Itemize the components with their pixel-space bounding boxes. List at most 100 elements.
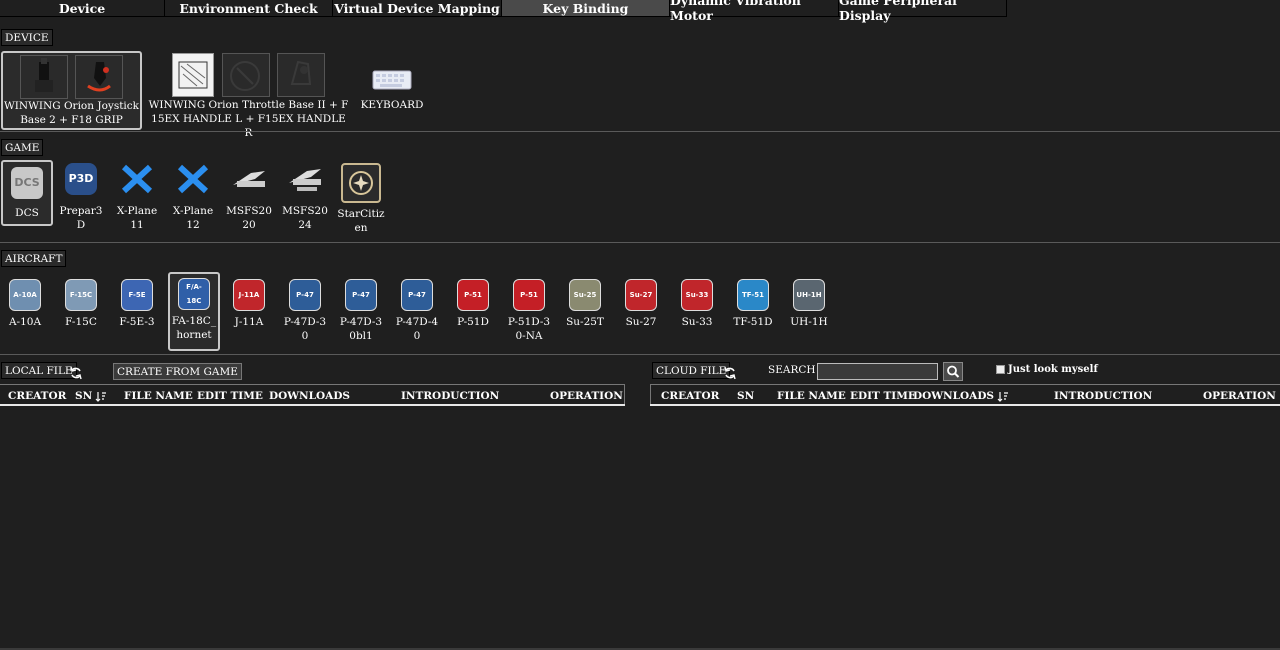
joystick-base-icon [19,55,68,99]
aircraft-badge-icon: UH-1H [793,279,825,311]
game-item-prepar3d[interactable]: P3D Prepar3D [57,163,105,231]
game-section-label: GAME [1,139,44,156]
aircraft-item[interactable]: P-47 P-47D-30 [281,275,329,345]
local-col-edit-time[interactable]: EDIT TIME [197,390,263,402]
sort-desc-icon[interactable] [997,391,1009,402]
f15ex-handle-left-icon [221,53,270,97]
aircraft-name: F-15C [65,316,97,328]
aircraft-badge-icon: P-47 [401,279,433,311]
aircraft-item[interactable]: TF-51 TF-51D [729,275,777,345]
local-table-top-line [0,384,625,385]
aircraft-name: UH-1H [790,316,828,328]
throttle-base-icon [172,53,215,97]
game-item-starcitizen[interactable]: StarCitizen [337,163,385,234]
local-refresh-icon[interactable] [69,366,83,380]
cloud-col-introduction[interactable]: INTRODUCTION [1054,390,1152,402]
aircraft-badge-icon: F/A-18C [178,278,210,310]
local-table-right-line [624,384,625,405]
xplane-logo-icon [121,164,153,194]
aircraft-item[interactable]: P-51 P-51D [449,275,497,345]
tab-virtual-device-mapping[interactable]: Virtual Device Mapping [333,0,502,17]
keyboard-icon [372,70,412,90]
game-name: MSFS2020 [226,205,272,231]
device-name: KEYBOARD [360,99,424,111]
local-file-label: LOCAL FILE [1,362,77,379]
tab-environment-check[interactable]: Environment Check [165,0,333,17]
game-name: X-Plane 11 [116,205,158,231]
search-input[interactable] [817,363,938,380]
game-item-xplane11[interactable]: X-Plane 11 [113,163,161,233]
cloud-col-sn[interactable]: SN [737,390,754,402]
cloud-refresh-icon[interactable] [723,366,737,380]
aircraft-name: A-10A [8,316,42,328]
game-item-xplane12[interactable]: X-Plane 12 [169,163,217,233]
aircraft-item[interactable]: P-51 P-51D-30-NA [505,275,553,345]
game-name: X-Plane 12 [172,205,214,231]
search-button[interactable] [943,362,963,381]
device-name: WINWING Orion Throttle Base II + F15EX H… [148,99,349,139]
aircraft-item[interactable]: F-15C F-15C [57,275,105,345]
search-icon [947,365,960,378]
aircraft-item[interactable]: P-47 P-47D-30bl1 [337,275,385,345]
aircraft-item[interactable]: Su-25 Su-25T [561,275,609,345]
search-label: SEARCH [768,364,816,376]
cloud-col-creator[interactable]: CREATOR [661,390,719,402]
game-item-msfs2024[interactable]: MSFS2024 [281,163,329,233]
just-look-myself-checkbox[interactable] [996,365,1005,374]
cloud-col-file-name[interactable]: FILE NAME [777,390,846,402]
p3d-logo-icon: P3D [65,163,97,195]
aircraft-name: TF-51D [733,316,773,328]
tab-device[interactable]: Device [0,0,165,17]
tab-key-binding[interactable]: Key Binding [502,0,670,17]
device-item-throttle[interactable]: WINWING Orion Throttle Base II + F15EX H… [146,53,351,139]
aircraft-item[interactable]: Su-27 Su-27 [617,275,665,345]
local-col-sn[interactable]: SN [75,390,107,402]
aircraft-item[interactable]: A-10A A-10A [1,275,49,345]
game-name: StarCitizen [337,208,385,234]
xplane-logo-icon [177,164,209,194]
cloud-table-header-underline [650,404,1280,406]
section-divider [0,242,1280,243]
local-col-downloads[interactable]: DOWNLOADS [269,390,350,402]
aircraft-item[interactable]: F-5E F-5E-3 [113,275,161,345]
aircraft-name: P-51D [457,316,489,328]
game-name: MSFS2024 [282,205,328,231]
cloud-col-operation[interactable]: OPERATION [1203,390,1276,402]
section-divider [0,131,1280,132]
sort-desc-icon[interactable] [95,391,107,402]
create-from-game-button[interactable]: CREATE FROM GAME [113,363,242,380]
tab-dynamic-vibration-motor[interactable]: Dynamic Vibration Motor [670,0,839,23]
game-item-msfs2020[interactable]: MSFS2020 [225,163,273,233]
game-name: DCS [15,207,39,219]
aircraft-item[interactable]: Su-33 Su-33 [673,275,721,345]
local-col-operation[interactable]: OPERATION [550,390,623,402]
cloud-col-downloads-label: DOWNLOADS [913,390,995,402]
cloud-table-left-line [650,384,651,405]
local-col-introduction[interactable]: INTRODUCTION [401,390,499,402]
local-col-creator[interactable]: CREATOR [8,390,66,402]
aircraft-badge-icon: F-5E [121,279,153,311]
cloud-table-top-line [650,384,1280,385]
game-item-dcs[interactable]: DCS DCS [1,160,53,226]
f15ex-handle-right-icon [276,53,325,97]
aircraft-name: P-47D-40 [395,316,439,342]
tab-game-peripheral-display[interactable]: Game Peripheral Display [839,0,1007,23]
cloud-col-downloads[interactable]: DOWNLOADS [913,390,1009,402]
device-item-keyboard[interactable]: KEYBOARD [360,67,424,111]
aircraft-badge-icon: Su-33 [681,279,713,311]
throttle-thumbnails [146,53,351,97]
aircraft-name: Su-27 [625,316,657,328]
aircraft-badge-icon: P-47 [289,279,321,311]
local-col-file-name[interactable]: FILE NAME [124,390,193,402]
device-item-joystick[interactable]: WINWING Orion Joystick Base 2 + F18 GRIP [1,51,142,130]
game-name: Prepar3D [59,205,103,231]
aircraft-name: F-5E-3 [119,316,155,328]
aircraft-item[interactable]: P-47 P-47D-40 [393,275,441,345]
aircraft-item[interactable]: UH-1H UH-1H [785,275,833,345]
aircraft-item[interactable]: J-11A J-11A [225,275,273,345]
f18-grip-icon [75,55,124,99]
aircraft-name: Su-25T [566,316,604,328]
aircraft-badge-icon: Su-25 [569,279,601,311]
aircraft-item[interactable]: F/A-18C FA-18C_hornet [168,272,220,351]
cloud-col-edit-time[interactable]: EDIT TIME [850,390,916,402]
